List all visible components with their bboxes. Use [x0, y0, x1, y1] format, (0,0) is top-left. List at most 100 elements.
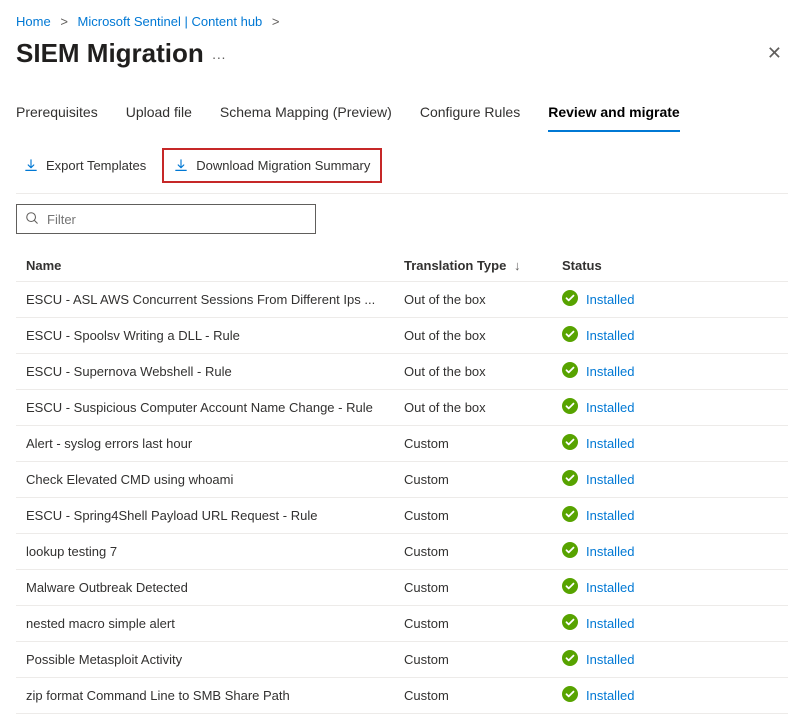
- row-name: zip format Command Line to SMB Share Pat…: [26, 688, 396, 703]
- export-templates-button[interactable]: Export Templates: [16, 152, 154, 179]
- row-translation-type: Custom: [404, 688, 554, 703]
- status-link[interactable]: Installed: [586, 436, 634, 451]
- check-circle-icon: [562, 506, 578, 525]
- breadcrumb-sentinel[interactable]: Microsoft Sentinel | Content hub: [78, 14, 263, 29]
- row-translation-type: Custom: [404, 652, 554, 667]
- table-row[interactable]: Alert - syslog errors last hourCustomIns…: [16, 426, 788, 462]
- table-row[interactable]: ESCU - Supernova Webshell - RuleOut of t…: [16, 354, 788, 390]
- filter-bar: [16, 204, 788, 234]
- row-translation-type: Out of the box: [404, 292, 554, 307]
- column-type-label: Translation Type: [404, 258, 506, 273]
- row-translation-type: Out of the box: [404, 328, 554, 343]
- results-table: Name Translation Type ↓ Status ESCU - AS…: [16, 250, 788, 714]
- check-circle-icon: [562, 362, 578, 381]
- filter-input[interactable]: [47, 212, 307, 227]
- breadcrumb-home[interactable]: Home: [16, 14, 51, 29]
- row-status: Installed: [562, 614, 778, 633]
- download-migration-summary-button[interactable]: Download Migration Summary: [162, 148, 382, 183]
- check-circle-icon: [562, 398, 578, 417]
- table-row[interactable]: zip format Command Line to SMB Share Pat…: [16, 678, 788, 714]
- row-status: Installed: [562, 470, 778, 489]
- column-header-status[interactable]: Status: [562, 258, 778, 273]
- row-name: Check Elevated CMD using whoami: [26, 472, 396, 487]
- table-row[interactable]: nested macro simple alert Custom Installed: [16, 606, 788, 642]
- row-translation-type: Out of the box: [404, 364, 554, 379]
- row-name: Alert - syslog errors last hour: [26, 436, 396, 451]
- row-translation-type: Custom: [404, 472, 554, 487]
- tab-configure-rules[interactable]: Configure Rules: [420, 98, 520, 132]
- table-row[interactable]: ESCU - Spoolsv Writing a DLL - Rule Out o…: [16, 318, 788, 354]
- status-link[interactable]: Installed: [586, 544, 634, 559]
- chevron-right-icon: >: [60, 14, 68, 29]
- table-row[interactable]: Check Elevated CMD using whoami Custom Ins…: [16, 462, 788, 498]
- status-link[interactable]: Installed: [586, 652, 634, 667]
- check-circle-icon: [562, 542, 578, 561]
- tab-schema-mapping-preview-[interactable]: Schema Mapping (Preview): [220, 98, 392, 132]
- column-header-translation-type[interactable]: Translation Type ↓: [404, 258, 554, 273]
- status-link[interactable]: Installed: [586, 508, 634, 523]
- row-status: Installed: [562, 362, 778, 381]
- row-translation-type: Custom: [404, 616, 554, 631]
- table-row[interactable]: Malware Outbreak Detected Custom Installed: [16, 570, 788, 606]
- row-name: ESCU - ASL AWS Concurrent Sessions From …: [26, 292, 396, 307]
- row-translation-type: Custom: [404, 580, 554, 595]
- row-name: ESCU - Spoolsv Writing a DLL - Rule: [26, 328, 396, 343]
- table-row[interactable]: ESCU - Suspicious Computer Account Name …: [16, 390, 788, 426]
- check-circle-icon: [562, 650, 578, 669]
- download-icon: [174, 159, 188, 173]
- table-row[interactable]: ESCU - ASL AWS Concurrent Sessions From …: [16, 282, 788, 318]
- status-link[interactable]: Installed: [586, 292, 634, 307]
- row-status: Installed: [562, 506, 778, 525]
- status-link[interactable]: Installed: [586, 580, 634, 595]
- row-status: Installed: [562, 650, 778, 669]
- status-link[interactable]: Installed: [586, 400, 634, 415]
- export-templates-label: Export Templates: [46, 158, 146, 173]
- row-status: Installed: [562, 578, 778, 597]
- row-status: Installed: [562, 686, 778, 705]
- row-name: lookup testing 7: [26, 544, 396, 559]
- filter-input-wrapper[interactable]: [16, 204, 316, 234]
- status-link[interactable]: Installed: [586, 472, 634, 487]
- tab-prerequisites[interactable]: Prerequisites: [16, 98, 98, 132]
- table-header: Name Translation Type ↓ Status: [16, 250, 788, 282]
- page-title: SIEM Migration: [16, 38, 204, 69]
- download-icon: [24, 159, 38, 173]
- status-link[interactable]: Installed: [586, 616, 634, 631]
- row-status: Installed: [562, 290, 778, 309]
- row-status: Installed: [562, 398, 778, 417]
- status-link[interactable]: Installed: [586, 364, 634, 379]
- check-circle-icon: [562, 614, 578, 633]
- row-translation-type: Custom: [404, 544, 554, 559]
- table-row[interactable]: ESCU - Spring4Shell Payload URL Request …: [16, 498, 788, 534]
- row-name: nested macro simple alert: [26, 616, 396, 631]
- chevron-right-icon: >: [272, 14, 280, 29]
- tab-upload-file[interactable]: Upload file: [126, 98, 192, 132]
- more-button[interactable]: ···: [212, 49, 226, 65]
- tabs: Prerequisites Upload file Schema Mapping (…: [16, 98, 788, 132]
- toolbar: Export Templates Download Migration Summ…: [16, 148, 788, 194]
- row-name: Malware Outbreak Detected: [26, 580, 396, 595]
- check-circle-icon: [562, 290, 578, 309]
- column-header-name[interactable]: Name: [26, 258, 396, 273]
- row-status: Installed: [562, 326, 778, 345]
- close-icon[interactable]: ✕: [761, 37, 788, 70]
- search-icon: [25, 211, 39, 228]
- status-link[interactable]: Installed: [586, 688, 634, 703]
- check-circle-icon: [562, 470, 578, 489]
- table-row[interactable]: Possible Metasploit ActivityCustomInstal…: [16, 642, 788, 678]
- status-link[interactable]: Installed: [586, 328, 634, 343]
- table-row[interactable]: lookup testing 7 Custom Installed: [16, 534, 788, 570]
- check-circle-icon: [562, 578, 578, 597]
- row-name: ESCU - Spring4Shell Payload URL Request …: [26, 508, 396, 523]
- title-bar: SIEM Migration ··· ✕: [16, 37, 788, 70]
- sort-down-icon: ↓: [514, 258, 521, 273]
- check-circle-icon: [562, 326, 578, 345]
- row-status: Installed: [562, 542, 778, 561]
- check-circle-icon: [562, 434, 578, 453]
- tab-review-and-migrate[interactable]: Review and migrate: [548, 98, 680, 132]
- row-translation-type: Custom: [404, 508, 554, 523]
- check-circle-icon: [562, 686, 578, 705]
- row-name: ESCU - Suspicious Computer Account Name …: [26, 400, 396, 415]
- download-migration-summary-label: Download Migration Summary: [196, 158, 370, 173]
- row-status: Installed: [562, 434, 778, 453]
